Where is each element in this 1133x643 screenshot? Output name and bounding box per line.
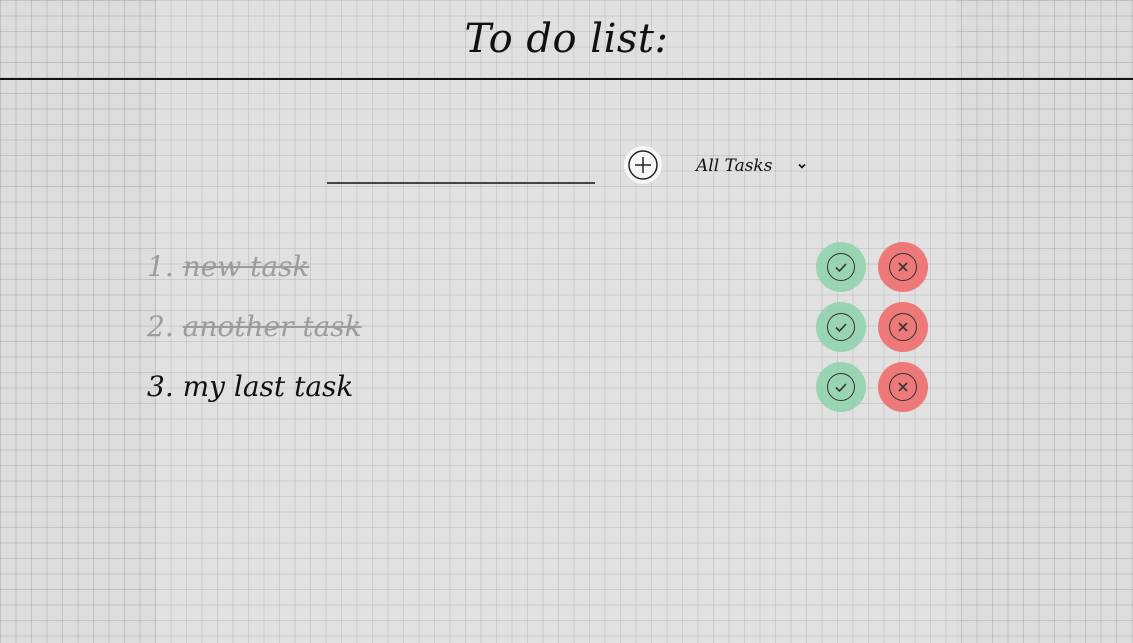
page-title: To do list: bbox=[464, 16, 669, 62]
task-text: 3. my last task bbox=[147, 370, 353, 403]
check-icon bbox=[827, 253, 855, 281]
add-task-button[interactable] bbox=[623, 145, 663, 185]
header: To do list: bbox=[0, 0, 1133, 80]
plus-circle-icon bbox=[628, 150, 658, 180]
x-icon bbox=[889, 313, 917, 341]
x-icon bbox=[889, 253, 917, 281]
task-input[interactable] bbox=[327, 152, 595, 184]
task-number: 2. bbox=[147, 310, 174, 343]
task-label: my last task bbox=[182, 370, 354, 403]
task-text: 1. new task bbox=[147, 250, 309, 283]
task-controls: All Tasks bbox=[0, 142, 1133, 190]
task-label: another task bbox=[182, 310, 362, 343]
complete-task-button[interactable] bbox=[816, 302, 866, 352]
complete-task-button[interactable] bbox=[816, 362, 866, 412]
task-row: 1. new task bbox=[0, 242, 1133, 298]
check-icon bbox=[827, 313, 855, 341]
check-icon bbox=[827, 373, 855, 401]
filter-selected-value: All Tasks bbox=[696, 156, 773, 176]
task-text: 2. another task bbox=[147, 310, 362, 343]
delete-task-button[interactable] bbox=[878, 242, 928, 292]
chevron-down-icon bbox=[798, 163, 806, 169]
task-row: 2. another task bbox=[0, 302, 1133, 358]
task-label: new task bbox=[182, 250, 310, 283]
x-icon bbox=[889, 373, 917, 401]
delete-task-button[interactable] bbox=[878, 302, 928, 352]
task-number: 3. bbox=[147, 370, 174, 403]
complete-task-button[interactable] bbox=[816, 242, 866, 292]
task-list: 1. new task 2. another task 3. my last t… bbox=[0, 190, 1133, 643]
task-number: 1. bbox=[147, 250, 174, 283]
delete-task-button[interactable] bbox=[878, 362, 928, 412]
task-row: 3. my last task bbox=[0, 362, 1133, 418]
filter-select[interactable]: All Tasks bbox=[696, 152, 808, 180]
